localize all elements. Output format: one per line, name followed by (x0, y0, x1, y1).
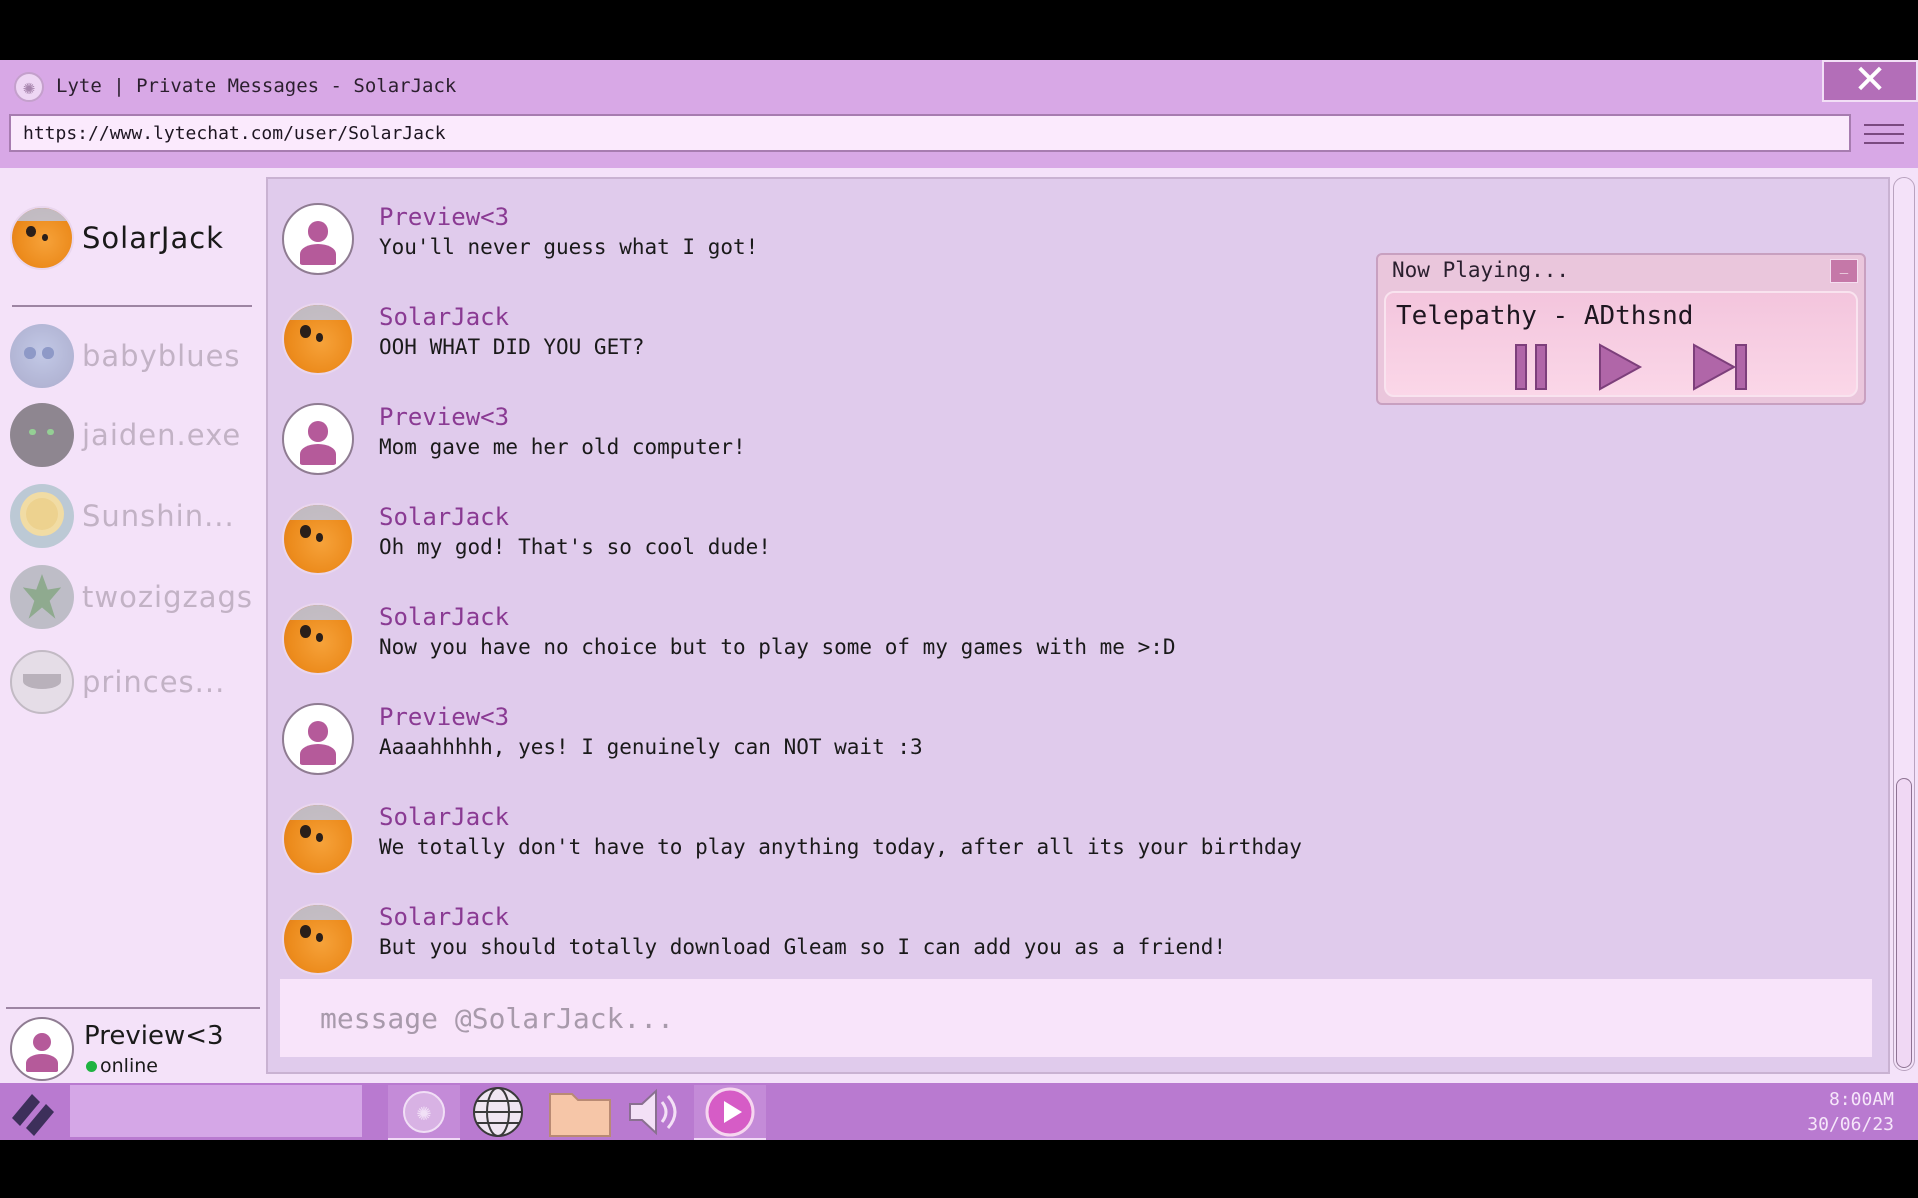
folder-icon[interactable] (544, 1085, 616, 1138)
message-author[interactable]: SolarJack (379, 503, 509, 531)
globe-icon[interactable] (462, 1085, 534, 1138)
contact-name: princes... (82, 665, 226, 699)
scrollbar-thumb[interactable] (1896, 778, 1912, 1068)
message-author[interactable]: SolarJack (379, 303, 509, 331)
person-avatar (10, 1017, 74, 1081)
message-author[interactable]: SolarJack (379, 903, 509, 931)
contact-babyblues[interactable]: babyblues (10, 323, 241, 389)
contact-name: twozigzags (82, 580, 254, 614)
message-text: You'll never guess what I got! (379, 235, 759, 259)
clock-date: 30/06/23 (1807, 1114, 1894, 1135)
dark-robot-avatar (10, 403, 74, 467)
chat-message: SolarJack We totally don't have to play … (282, 797, 1482, 877)
lyte-app-icon[interactable]: ✺ (388, 1085, 460, 1140)
sunflower-avatar (10, 484, 74, 548)
contact-name: Sunshin... (82, 499, 235, 533)
address-bar[interactable] (9, 114, 1851, 152)
contact-princess[interactable]: princes... (10, 649, 225, 715)
message-text: Aaaahhhhh, yes! I genuinely can NOT wait… (379, 735, 923, 759)
start-menu-icon[interactable] (8, 1088, 60, 1136)
message-text: We totally don't have to play anything t… (379, 835, 1302, 859)
chat-message: SolarJack OOH WHAT DID YOU GET? (282, 297, 1482, 377)
user-profile[interactable]: Preview<3 online (0, 1007, 265, 1083)
chat-message: SolarJack But you should totally downloa… (282, 897, 1482, 977)
contact-name: babyblues (82, 339, 241, 373)
message-author[interactable]: SolarJack (379, 603, 509, 631)
skip-next-icon[interactable] (1692, 343, 1750, 391)
person-avatar[interactable] (282, 403, 354, 475)
chat-message: SolarJack Now you have no choice but to … (282, 597, 1482, 677)
profile-status: online (86, 1055, 158, 1077)
contacts-sidebar: SolarJack babyblues jaiden.exe Sunshin..… (0, 177, 265, 1083)
person-avatar[interactable] (282, 703, 354, 775)
message-text: Now you have no choice but to play some … (379, 635, 1176, 659)
message-text: Oh my god! That's so cool dude! (379, 535, 771, 559)
blue-eyed-character-avatar (10, 324, 74, 388)
message-author[interactable]: SolarJack (379, 803, 509, 831)
clock-time: 8:00AM (1828, 1089, 1894, 1110)
status-label: online (100, 1055, 158, 1077)
hamburger-menu-icon[interactable] (1864, 117, 1904, 149)
track-title: Telepathy - ADthsnd (1396, 301, 1694, 331)
contact-jaiden[interactable]: jaiden.exe (10, 402, 241, 468)
chat-message: Preview<3 Aaaahhhhh, yes! I genuinely ca… (282, 697, 1482, 777)
orange-fish-avatar[interactable] (282, 903, 354, 975)
player-body: Telepathy - ADthsnd (1384, 291, 1858, 397)
close-button[interactable]: ✕ (1822, 60, 1918, 102)
now-playing-title: Now Playing... (1392, 258, 1570, 282)
message-text: OOH WHAT DID YOU GET? (379, 335, 645, 359)
contact-name: jaiden.exe (82, 418, 242, 452)
chat-message: Preview<3 You'll never guess what I got! (282, 197, 1482, 277)
message-author[interactable]: Preview<3 (379, 703, 509, 731)
chat-panel: Preview<3 You'll never guess what I got!… (266, 177, 1890, 1074)
profile-name: Preview<3 (84, 1021, 224, 1051)
orange-fish-avatar[interactable] (282, 803, 354, 875)
address-bar-container (0, 111, 1918, 168)
title-bar[interactable]: ✺ Lyte | Private Messages - SolarJack ✕ (0, 60, 1918, 111)
chat-scrollbar[interactable] (1893, 177, 1915, 1071)
gray-disc-avatar (10, 650, 74, 714)
chat-message: SolarJack Oh my god! That's so cool dude… (282, 497, 1482, 577)
profile-divider (6, 1007, 260, 1009)
contact-twozigzags[interactable]: twozigzags (10, 564, 253, 630)
system-clock[interactable]: 8:00AM 30/06/23 (1807, 1087, 1894, 1137)
lyte-app-icon: ✺ (14, 72, 44, 102)
online-status-dot (86, 1061, 97, 1072)
message-author[interactable]: Preview<3 (379, 403, 509, 431)
app-window: ✺ Lyte | Private Messages - SolarJack ✕ … (0, 60, 1918, 1083)
contact-name: SolarJack (82, 221, 224, 255)
taskbar-window-slot[interactable] (70, 1085, 362, 1137)
now-playing-widget: Now Playing... _ Telepathy - ADthsnd (1376, 253, 1866, 405)
orange-fish-avatar (10, 206, 74, 270)
message-input[interactable] (280, 979, 1872, 1057)
chat-message: Preview<3 Mom gave me her old computer! (282, 397, 1482, 477)
window-title: Lyte | Private Messages - SolarJack (56, 75, 457, 97)
media-player-icon[interactable] (694, 1085, 766, 1140)
taskbar: ✺ 8:00AM 30/06/23 (0, 1083, 1918, 1140)
play-icon[interactable] (1596, 343, 1644, 391)
message-author[interactable]: Preview<3 (379, 203, 509, 231)
orange-fish-avatar[interactable] (282, 503, 354, 575)
orange-fish-avatar[interactable] (282, 603, 354, 675)
leaf-avatar (10, 565, 74, 629)
person-avatar[interactable] (282, 203, 354, 275)
speaker-icon[interactable] (620, 1085, 692, 1138)
minimize-button[interactable]: _ (1830, 259, 1858, 283)
pause-icon[interactable] (1508, 343, 1556, 391)
message-text: Mom gave me her old computer! (379, 435, 746, 459)
svg-text:✺: ✺ (417, 1098, 431, 1126)
message-text: But you should totally download Gleam so… (379, 935, 1227, 959)
orange-fish-avatar[interactable] (282, 303, 354, 375)
contact-sunshine[interactable]: Sunshin... (10, 483, 235, 549)
contact-solarjack[interactable]: SolarJack (10, 205, 224, 271)
sidebar-divider (12, 305, 252, 307)
